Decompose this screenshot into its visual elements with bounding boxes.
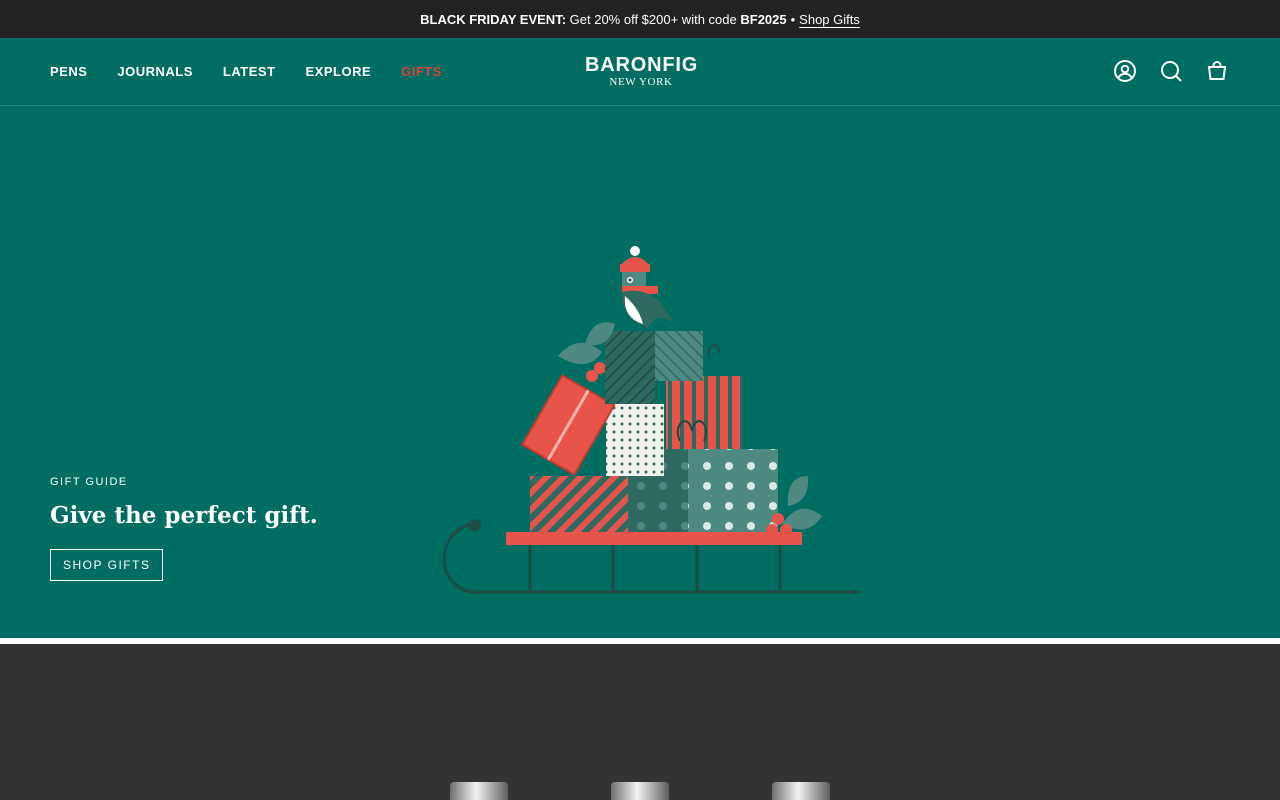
hero-eyebrow: GIFT GUIDE bbox=[50, 476, 128, 488]
nav-pens[interactable]: PENS bbox=[50, 64, 87, 79]
logo-subtitle: NEW YORK bbox=[609, 76, 673, 88]
nav-latest[interactable]: LATEST bbox=[223, 64, 276, 79]
product-section bbox=[0, 644, 1280, 800]
hero-banner: GIFT GUIDE Give the perfect gift. SHOP G… bbox=[0, 106, 1280, 638]
nav-gifts[interactable]: GIFTS bbox=[401, 64, 442, 79]
gift-sled-illustration bbox=[442, 246, 860, 594]
logo-wordmark: BARONFIG bbox=[585, 54, 699, 76]
nav-explore[interactable]: EXPLORE bbox=[306, 64, 372, 79]
header-actions bbox=[1092, 58, 1230, 84]
announcement-prefix: BLACK FRIDAY EVENT: bbox=[420, 11, 567, 27]
shop-gifts-link[interactable]: Shop Gifts bbox=[799, 12, 860, 27]
announcement-text: Get 20% off $200+ with code bbox=[569, 11, 737, 27]
announcement-bar: BLACK FRIDAY EVENT: Get 20% off $200+ wi… bbox=[0, 0, 1280, 38]
hero-content: GIFT GUIDE Give the perfect gift. SHOP G… bbox=[50, 476, 318, 581]
product-image[interactable] bbox=[450, 782, 508, 800]
announcement-separator: • bbox=[790, 11, 796, 27]
cart-icon[interactable] bbox=[1204, 58, 1230, 84]
shop-gifts-button[interactable]: SHOP GIFTS bbox=[50, 549, 164, 581]
hero-headline: Give the perfect gift. bbox=[50, 502, 318, 529]
product-image[interactable] bbox=[772, 782, 830, 800]
product-image[interactable] bbox=[611, 782, 669, 800]
account-icon[interactable] bbox=[1112, 58, 1138, 84]
search-icon[interactable] bbox=[1158, 58, 1184, 84]
nav-journals[interactable]: JOURNALS bbox=[117, 64, 193, 79]
brand-logo[interactable]: BARONFIG NEW YORK bbox=[585, 54, 697, 90]
site-header: PENS JOURNALS LATEST EXPLORE GIFTS BARON… bbox=[0, 38, 1280, 106]
main-nav: PENS JOURNALS LATEST EXPLORE GIFTS bbox=[50, 38, 472, 104]
promo-code: BF2025 bbox=[740, 11, 787, 27]
bird-figure bbox=[620, 246, 674, 328]
